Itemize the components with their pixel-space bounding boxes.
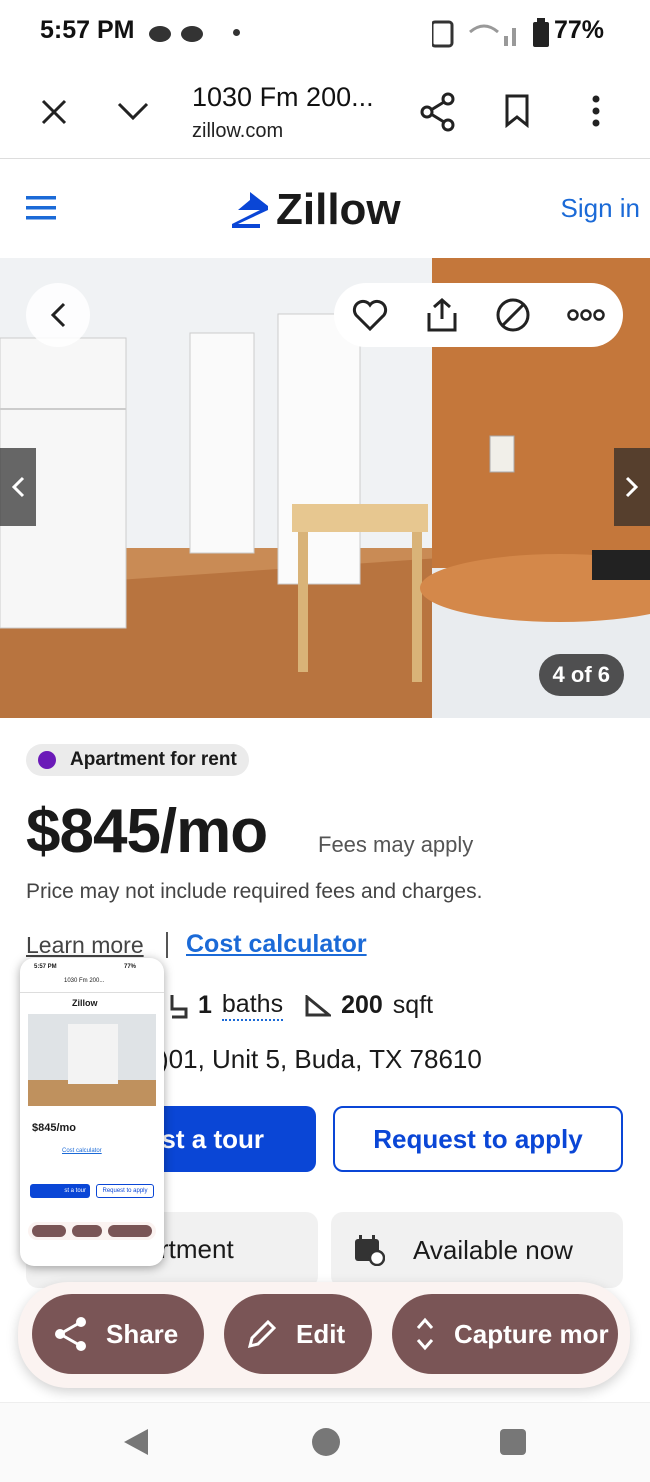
battery-icon bbox=[533, 18, 549, 47]
screenshot-thumbnail[interactable]: 5:57 PM 77% 1030 Fm 200... Zillow $845/m… bbox=[20, 958, 164, 1266]
pencil-icon bbox=[247, 1319, 277, 1349]
sqft-icon bbox=[305, 994, 332, 1016]
zillow-logo-icon bbox=[232, 192, 268, 228]
learn-more-link[interactable]: Learn more bbox=[26, 932, 144, 959]
back-nav-icon[interactable] bbox=[122, 1427, 150, 1457]
thumb-photo bbox=[28, 1014, 156, 1106]
prev-photo-button[interactable] bbox=[0, 448, 36, 526]
share-icon[interactable] bbox=[420, 92, 456, 132]
share-button[interactable]: Share bbox=[32, 1294, 204, 1374]
thumb-price: $845/mo bbox=[32, 1122, 77, 1134]
chevron-down-icon[interactable] bbox=[116, 100, 150, 122]
chevron-left-icon bbox=[50, 302, 66, 328]
edit-button[interactable]: Edit bbox=[224, 1294, 372, 1374]
bath-icon bbox=[170, 994, 188, 1018]
fees-note: Fees may apply bbox=[318, 832, 474, 857]
heart-icon[interactable] bbox=[352, 299, 388, 331]
thumb-toolbar bbox=[28, 1222, 156, 1240]
chevron-left-icon bbox=[11, 476, 25, 498]
more-vert-icon[interactable] bbox=[588, 94, 604, 128]
back-photo-button[interactable] bbox=[26, 283, 90, 347]
listing-type-label: Apartment for rent bbox=[70, 749, 237, 770]
more-horiz-icon[interactable] bbox=[567, 308, 605, 322]
availability-chip: Available now bbox=[331, 1212, 623, 1288]
thumb-title: 1030 Fm 200... bbox=[64, 978, 105, 984]
site-header: Zillow Sign in bbox=[0, 159, 650, 257]
recents-nav-icon[interactable] bbox=[499, 1428, 527, 1456]
status-time: 5:57 PM bbox=[40, 16, 135, 44]
chevron-right-icon bbox=[625, 476, 639, 498]
thumb-divider bbox=[20, 992, 164, 993]
listing-price: $845/mo bbox=[26, 797, 268, 866]
close-icon[interactable] bbox=[40, 98, 68, 126]
baths-count: 1 bbox=[198, 991, 212, 1019]
photo-counter: 4 of 6 bbox=[538, 654, 624, 696]
status-bar: 5:57 PM 77% bbox=[0, 0, 650, 66]
capture-more-label: Capture mor bbox=[454, 1318, 609, 1349]
thumb-brand: Zillow bbox=[72, 998, 98, 1008]
sign-in-link[interactable]: Sign in bbox=[561, 193, 641, 224]
zillow-wordmark: Zillow bbox=[276, 185, 401, 234]
link-divider bbox=[166, 932, 168, 958]
baths-label[interactable]: baths bbox=[221, 990, 284, 1021]
listing-address: )01, Unit 5, Buda, TX 78610 bbox=[160, 1044, 482, 1074]
notification-dot bbox=[233, 29, 240, 36]
photo-actions bbox=[334, 283, 623, 347]
status-dot-icon bbox=[38, 751, 56, 769]
home-nav-icon[interactable] bbox=[311, 1427, 341, 1457]
capture-more-button[interactable]: Capture mor bbox=[392, 1294, 618, 1374]
zillow-logo[interactable]: Zillow bbox=[230, 185, 401, 235]
thumb-tour: st a tour bbox=[30, 1184, 90, 1198]
page-url: zillow.com bbox=[192, 120, 284, 142]
listing-type-badge: Apartment for rent bbox=[26, 744, 249, 776]
page-title: 1030 Fm 200... bbox=[192, 82, 374, 112]
thumb-battery: 77% bbox=[124, 964, 137, 970]
browser-bar: 1030 Fm 200... zillow.com bbox=[0, 66, 650, 159]
property-type-label: rtment bbox=[160, 1234, 234, 1264]
listing-facts: 1 baths 200 sqft bbox=[168, 990, 433, 1021]
edit-label: Edit bbox=[296, 1318, 346, 1349]
availability-label: Available now bbox=[413, 1234, 573, 1265]
request-to-apply-button[interactable]: Request to apply bbox=[333, 1106, 623, 1172]
sqft-label: sqft bbox=[392, 991, 434, 1019]
expand-vertical-icon bbox=[416, 1317, 434, 1351]
bookmark-icon[interactable] bbox=[504, 94, 530, 128]
calendar-icon bbox=[355, 1235, 385, 1266]
next-photo-button[interactable] bbox=[614, 448, 650, 526]
share-upload-icon[interactable] bbox=[424, 297, 460, 333]
thumb-calc: Cost calculator bbox=[62, 1148, 102, 1154]
share-icon bbox=[55, 1317, 86, 1351]
screenshot-toolbar: Share Edit Capture mor bbox=[18, 1282, 630, 1388]
cloud-icon bbox=[149, 26, 203, 42]
system-nav-bar bbox=[0, 1402, 650, 1482]
battery-percent: 77% bbox=[553, 16, 604, 44]
hide-icon[interactable] bbox=[495, 297, 531, 333]
thumb-apply: Request to apply bbox=[96, 1184, 154, 1198]
cost-calculator-link[interactable]: Cost calculator bbox=[186, 930, 367, 959]
price-disclaimer: Price may not include required fees and … bbox=[26, 880, 483, 903]
signal-icons bbox=[432, 20, 516, 48]
sqft-value: 200 bbox=[341, 991, 383, 1019]
hamburger-menu-icon[interactable] bbox=[26, 195, 58, 221]
share-label: Share bbox=[106, 1318, 179, 1349]
thumb-time: 5:57 PM bbox=[34, 964, 57, 970]
